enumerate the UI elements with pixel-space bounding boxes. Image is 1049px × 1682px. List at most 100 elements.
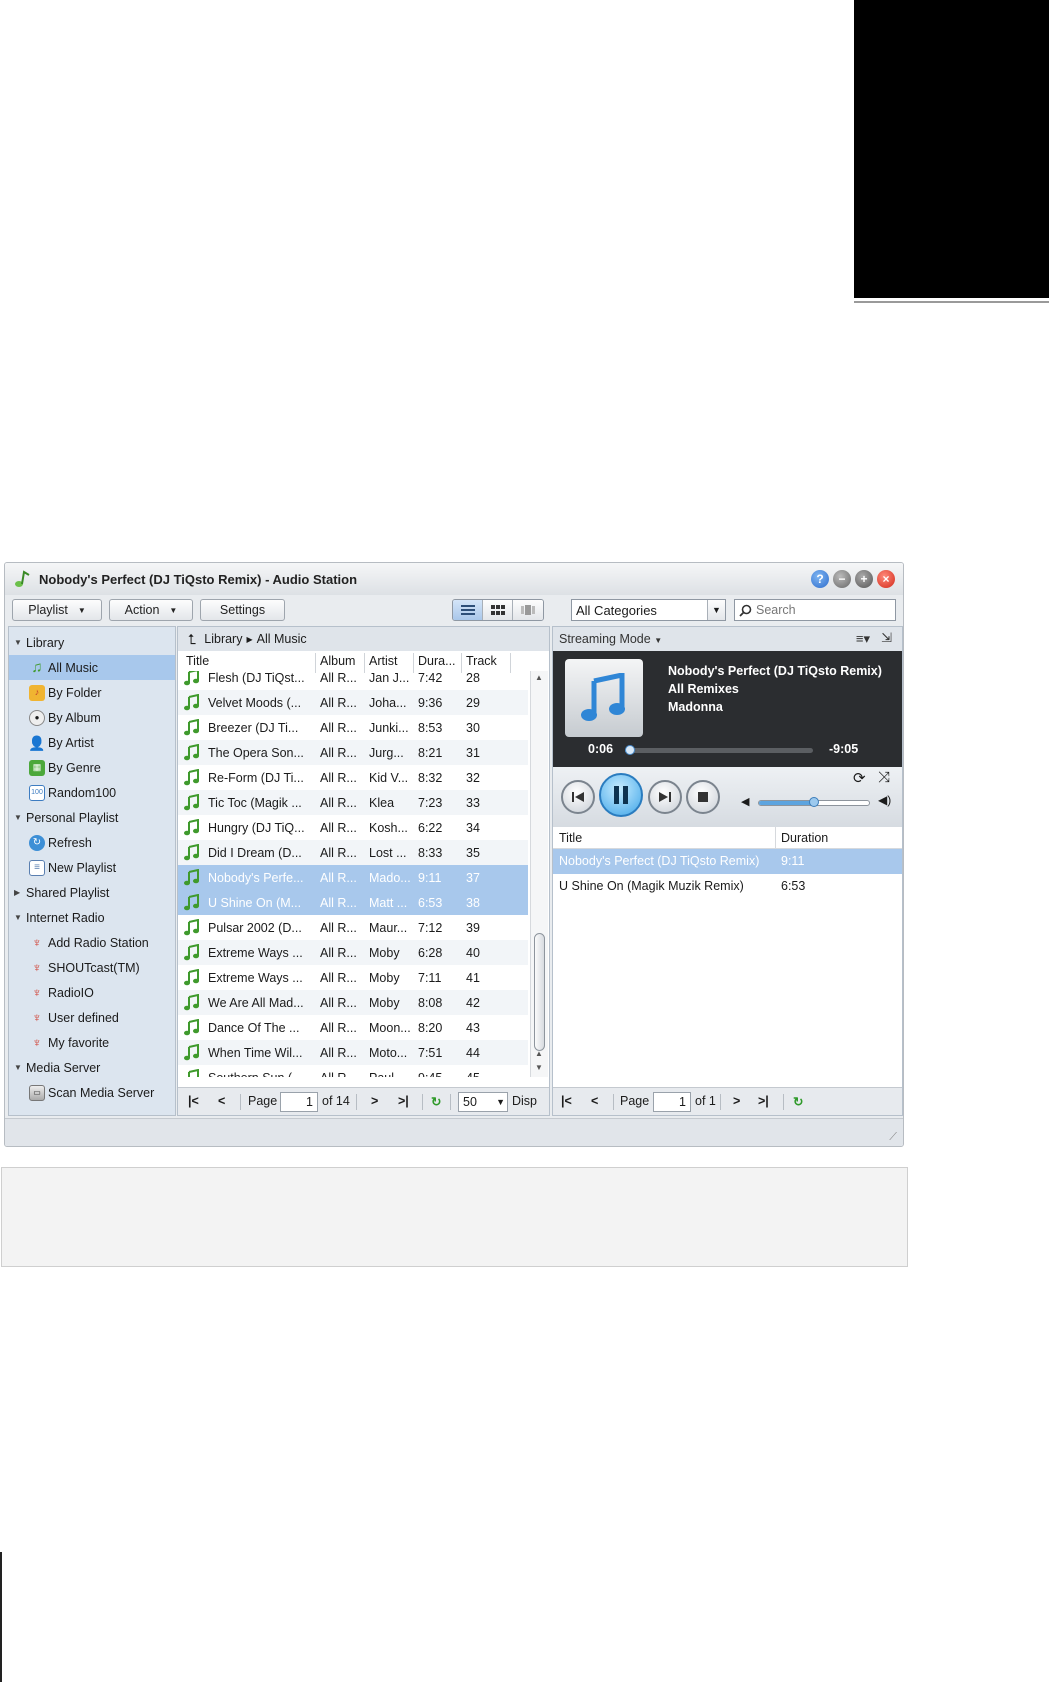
chevron-down-icon[interactable]: ▼ — [707, 600, 725, 620]
sidebar-item-library[interactable]: ▼ Library — [9, 630, 175, 655]
last-page-icon[interactable]: >| — [398, 1094, 409, 1108]
sidebar-item-my-favorite[interactable]: ♆ My favorite — [9, 1030, 175, 1055]
col-header-duration[interactable]: Dura... — [418, 654, 456, 668]
sidebar-item-internet-radio[interactable]: ▼ Internet Radio — [9, 905, 175, 930]
stop-button[interactable] — [686, 780, 720, 814]
sidebar-item-all-music[interactable]: ♫ All Music — [9, 655, 175, 680]
queue-row[interactable]: U Shine On (Magik Muzik Remix) 6:53 — [553, 874, 902, 899]
queue-col-title[interactable]: Title — [559, 831, 582, 845]
table-row[interactable]: When Time Wil... All R... Moto... 7:51 44 — [178, 1040, 528, 1065]
table-row[interactable]: Did I Dream (D... All R... Lost ... 8:33 35 — [178, 840, 528, 865]
table-row[interactable]: Pulsar 2002 (D... All R... Maur... 7:12 39 — [178, 915, 528, 940]
collapse-arrow-icon[interactable]: ▶ — [14, 888, 26, 897]
sidebar-item-new-playlist[interactable]: ≡ New Playlist — [9, 855, 175, 880]
volume-handle[interactable] — [809, 797, 819, 807]
up-arrow-icon[interactable]: ⮤ — [188, 631, 196, 648]
table-row[interactable]: The Opera Son... All R... Jurg... 8:21 31 — [178, 740, 528, 765]
coverflow-view-icon[interactable] — [513, 600, 543, 620]
next-page-icon[interactable]: > — [733, 1094, 740, 1108]
table-row[interactable]: Nobody's Perfe... All R... Mado... 9:11 37 — [178, 865, 528, 890]
expand-arrow-icon[interactable]: ▼ — [14, 813, 26, 822]
sidebar-item-random100[interactable]: 100 Random100 — [9, 780, 175, 805]
scroll-down-icon[interactable]: ▼ — [535, 1063, 543, 1072]
settings-button[interactable]: Settings — [200, 599, 285, 621]
scroll-up-icon[interactable]: ▲ — [535, 673, 543, 682]
refresh-icon[interactable]: ↻ — [431, 1094, 441, 1109]
sidebar-item-shared-playlist[interactable]: ▶ Shared Playlist — [9, 880, 175, 905]
list-view-icon[interactable] — [453, 600, 483, 620]
grid-view-icon[interactable] — [483, 600, 513, 620]
table-row[interactable]: Tic Toc (Magik ... All R... Klea 7:23 33 — [178, 790, 528, 815]
col-header-title[interactable]: Title — [186, 654, 209, 668]
scroll-thumb[interactable] — [534, 933, 545, 1051]
next-page-icon[interactable]: > — [371, 1094, 378, 1108]
maximize-icon[interactable]: + — [855, 570, 873, 588]
col-header-track[interactable]: Track — [466, 654, 497, 668]
sidebar-item-media-server[interactable]: ▼ Media Server — [9, 1055, 175, 1080]
previous-track-button[interactable] — [561, 780, 595, 814]
streaming-mode-menu[interactable]: Streaming Mode ▼ — [559, 632, 662, 646]
sidebar-item-by-genre[interactable]: ▦ By Genre — [9, 755, 175, 780]
table-row[interactable]: Dance Of The ... All R... Moon... 8:20 43 — [178, 1015, 528, 1040]
table-row[interactable]: Extreme Ways ... All R... Moby 7:11 41 — [178, 965, 528, 990]
sidebar-item-shoutcast[interactable]: ♆ SHOUTcast(TM) — [9, 955, 175, 980]
table-row[interactable]: Southern Sun (... All R... Paul ... 9:45 45 — [178, 1065, 528, 1077]
page-number-input[interactable]: 1 — [280, 1092, 318, 1112]
next-track-button[interactable] — [648, 780, 682, 814]
action-button[interactable]: Action ▼ — [109, 599, 193, 621]
breadcrumb-root[interactable]: Library — [204, 632, 242, 646]
repeat-icon[interactable]: ⟳ — [853, 769, 866, 787]
table-row[interactable]: Extreme Ways ... All R... Moby 6:28 40 — [178, 940, 528, 965]
sidebar-item-add-radio-station[interactable]: ♆ Add Radio Station — [9, 930, 175, 955]
table-row[interactable]: U Shine On (M... All R... Matt ... 6:53 38 — [178, 890, 528, 915]
table-row[interactable]: Velvet Moods (... All R... Joha... 9:36 29 — [178, 690, 528, 715]
page-size-select[interactable]: 50 ▼ — [458, 1092, 508, 1112]
playlist-menu-icon[interactable]: ≡▾ — [856, 631, 870, 647]
queue-duration: 9:11 — [781, 854, 805, 868]
table-row[interactable]: Flesh (DJ TiQst... All R... Jan J... 7:42 28 — [178, 671, 528, 690]
prev-page-icon[interactable]: < — [591, 1094, 598, 1108]
expand-arrow-icon[interactable]: ▼ — [14, 638, 26, 647]
minimize-icon[interactable]: − — [833, 570, 851, 588]
prev-page-icon[interactable]: < — [218, 1094, 225, 1108]
sidebar-item-radioio[interactable]: ♆ RadioIO — [9, 980, 175, 1005]
page-number-input[interactable]: 1 — [653, 1092, 691, 1112]
chevron-down-icon[interactable]: ▼ — [496, 1093, 505, 1111]
progress-handle[interactable] — [625, 745, 635, 755]
help-icon[interactable]: ? — [811, 570, 829, 588]
expand-arrow-icon[interactable]: ▼ — [14, 1063, 26, 1072]
song-list-scrollbar[interactable]: ▲ ▲ ▼ — [530, 671, 548, 1077]
search-input[interactable]: Search — [734, 599, 896, 621]
last-page-icon[interactable]: >| — [758, 1094, 769, 1108]
first-page-icon[interactable]: |< — [188, 1094, 199, 1108]
table-row[interactable]: Breezer (DJ Ti... All R... Junki... 8:53 30 — [178, 715, 528, 740]
sidebar-item-personal-playlist[interactable]: ▼ Personal Playlist — [9, 805, 175, 830]
sidebar-item-user-defined[interactable]: ♆ User defined — [9, 1005, 175, 1030]
refresh-icon[interactable]: ↻ — [793, 1094, 803, 1109]
sidebar-item-by-folder[interactable]: ♪ By Folder — [9, 680, 175, 705]
col-header-artist[interactable]: Artist — [369, 654, 397, 668]
col-header-album[interactable]: Album — [320, 654, 355, 668]
sidebar-item-scan-media-server[interactable]: ▭ Scan Media Server — [9, 1080, 175, 1105]
sidebar-item-by-album[interactable]: ● By Album — [9, 705, 175, 730]
progress-bar[interactable] — [625, 745, 813, 755]
table-row[interactable]: Re-Form (DJ Ti... All R... Kid V... 8:32 32 — [178, 765, 528, 790]
collapse-player-icon[interactable]: ⇲ — [881, 630, 892, 646]
sidebar-item-by-artist[interactable]: 👤 By Artist — [9, 730, 175, 755]
expand-arrow-icon[interactable]: ▼ — [14, 913, 26, 922]
cell-album: All R... — [320, 896, 357, 910]
table-row[interactable]: Hungry (DJ TiQ... All R... Kosh... 6:22 34 — [178, 815, 528, 840]
queue-row[interactable]: Nobody's Perfect (DJ TiQsto Remix) 9:11 — [553, 849, 902, 874]
sidebar-item-refresh[interactable]: ↻ Refresh — [9, 830, 175, 855]
pause-button[interactable] — [599, 773, 643, 817]
shuffle-icon[interactable]: ⤨ — [878, 769, 890, 786]
queue-col-duration[interactable]: Duration — [781, 831, 828, 845]
close-icon[interactable]: × — [877, 570, 895, 588]
playlist-button[interactable]: Playlist ▼ — [12, 599, 102, 621]
table-row[interactable]: We Are All Mad... All R... Moby 8:08 42 — [178, 990, 528, 1015]
first-page-icon[interactable]: |< — [561, 1094, 572, 1108]
scroll-up-icon[interactable]: ▲ — [535, 1049, 543, 1058]
category-select[interactable]: All Categories ▼ — [571, 599, 726, 621]
volume-slider[interactable] — [758, 797, 870, 807]
resize-grip-icon[interactable]: ⟋ — [889, 1131, 897, 1144]
